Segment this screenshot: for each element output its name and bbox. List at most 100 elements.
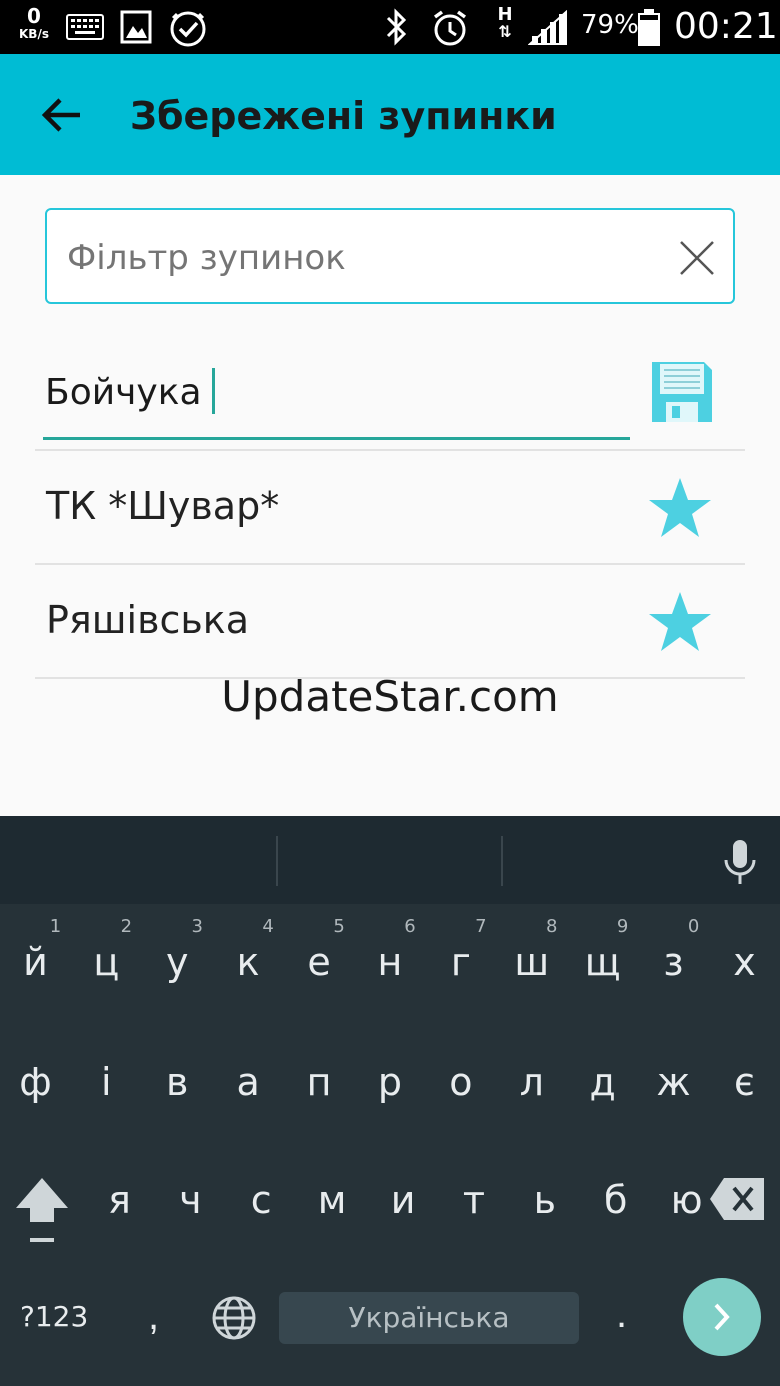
key-char: е (307, 940, 331, 984)
key-char: т (462, 1178, 486, 1222)
microphone-icon[interactable] (720, 838, 760, 888)
key-щ[interactable]: 9щ (567, 904, 638, 1014)
key-и[interactable]: и (368, 1178, 439, 1238)
key-і[interactable]: і (71, 1060, 142, 1120)
key-е[interactable]: 5е (284, 904, 355, 1014)
clock: 00:21 (674, 6, 778, 47)
key-є[interactable]: є (709, 1060, 780, 1120)
battery-percent: 79% (581, 10, 639, 40)
period-key[interactable]: . (616, 1292, 627, 1337)
key-с[interactable]: с (226, 1178, 297, 1238)
key-hint: 1 (49, 916, 62, 937)
key-у[interactable]: 3у (142, 904, 213, 1014)
key-х[interactable]: х (709, 904, 780, 1014)
battery-icon (638, 9, 660, 46)
key-hint: 0 (687, 916, 700, 937)
key-д[interactable]: д (567, 1060, 638, 1120)
shift-icon[interactable] (14, 1174, 70, 1246)
keyboard-icon (66, 14, 104, 40)
filter-input[interactable] (67, 238, 647, 278)
text-caret (211, 368, 215, 414)
suggestion-divider (276, 836, 278, 886)
key-char: п (306, 1060, 332, 1104)
space-bar[interactable]: Українська (279, 1292, 579, 1344)
key-char: н (377, 940, 403, 984)
back-arrow-icon[interactable] (36, 90, 86, 140)
list-item[interactable]: ТК *Шувар* (35, 452, 745, 564)
key-char: л (519, 1060, 544, 1104)
symbols-key[interactable]: ?123 (20, 1300, 88, 1333)
key-hint: 3 (191, 916, 203, 937)
key-ш[interactable]: 8ш (496, 904, 567, 1014)
watermark: UpdateStar.com (221, 672, 559, 721)
key-ч[interactable]: ч (155, 1178, 226, 1238)
page-title: Збережені зупинки (130, 94, 557, 138)
key-char: с (250, 1178, 272, 1222)
key-ц[interactable]: 2ц (71, 904, 142, 1014)
stop-name: ТК *Шувар* (46, 484, 280, 528)
divider (35, 449, 745, 451)
key-з[interactable]: 0з (638, 904, 709, 1014)
key-hint: 2 (120, 916, 133, 937)
backspace-icon[interactable] (708, 1176, 766, 1222)
key-г[interactable]: 7г (425, 904, 496, 1014)
key-й[interactable]: 1й (0, 904, 71, 1014)
key-char: р (377, 1060, 402, 1104)
key-char: у (165, 940, 189, 984)
key-ф[interactable]: ф (0, 1060, 71, 1120)
key-ж[interactable]: ж (638, 1060, 709, 1120)
keyboard: 1й2ц3у4к5е6н7г8ш9щ0зх фівапролджє ячсмит… (0, 904, 780, 1386)
key-п[interactable]: п (284, 1060, 355, 1120)
key-char: ф (19, 1060, 52, 1104)
key-т[interactable]: т (439, 1178, 510, 1238)
key-char: д (589, 1060, 616, 1104)
key-char: о (449, 1060, 473, 1104)
key-м[interactable]: м (297, 1178, 368, 1238)
stop-name: Ряшівська (46, 598, 250, 642)
stop-name-input[interactable]: Бойчука (43, 358, 630, 440)
network-type-indicator: H ⇅ (494, 6, 516, 40)
network-speed-value: 0 (27, 4, 41, 28)
comma-key[interactable]: , (148, 1294, 159, 1339)
key-char: ж (656, 1060, 691, 1104)
key-о[interactable]: о (425, 1060, 496, 1120)
next-button[interactable] (683, 1278, 761, 1356)
key-char: в (166, 1060, 189, 1104)
key-я[interactable]: я (84, 1178, 155, 1238)
key-к[interactable]: 4к (213, 904, 284, 1014)
key-в[interactable]: в (142, 1060, 213, 1120)
status-bar: 0 KB/s H ⇅ 79% 00:21 (0, 0, 780, 54)
key-char: з (663, 940, 684, 984)
signal-icon (528, 10, 567, 45)
key-char: г (450, 940, 471, 984)
globe-icon[interactable] (210, 1294, 258, 1342)
key-л[interactable]: л (496, 1060, 567, 1120)
key-б[interactable]: б (580, 1178, 651, 1238)
app-bar: Збережені зупинки (0, 54, 780, 175)
key-hint: 9 (616, 916, 629, 937)
key-н[interactable]: 6н (355, 904, 426, 1014)
key-char: к (236, 940, 260, 984)
key-а[interactable]: а (213, 1060, 284, 1120)
key-hint: 8 (546, 916, 558, 937)
divider (35, 563, 745, 565)
key-char: я (108, 1178, 131, 1222)
key-р[interactable]: р (355, 1060, 426, 1120)
save-floppy-icon[interactable] (650, 360, 714, 424)
key-char: ш (514, 940, 550, 984)
key-char: х (733, 940, 756, 984)
stop-name-value: Бойчука (45, 372, 202, 413)
data-arrows-icon: ⇅ (498, 22, 512, 41)
key-hint: 4 (262, 916, 274, 937)
key-ь[interactable]: ь (509, 1178, 580, 1238)
key-char: ч (179, 1178, 202, 1222)
check-circle-icon (170, 11, 206, 47)
key-char: ц (93, 940, 120, 984)
key-hint: 7 (475, 916, 487, 937)
list-item[interactable]: Ряшівська (35, 566, 745, 678)
suggestion-divider (501, 836, 503, 886)
key-char: б (604, 1178, 628, 1222)
star-icon[interactable] (647, 590, 713, 654)
clear-icon[interactable] (677, 238, 717, 278)
star-icon[interactable] (647, 476, 713, 540)
